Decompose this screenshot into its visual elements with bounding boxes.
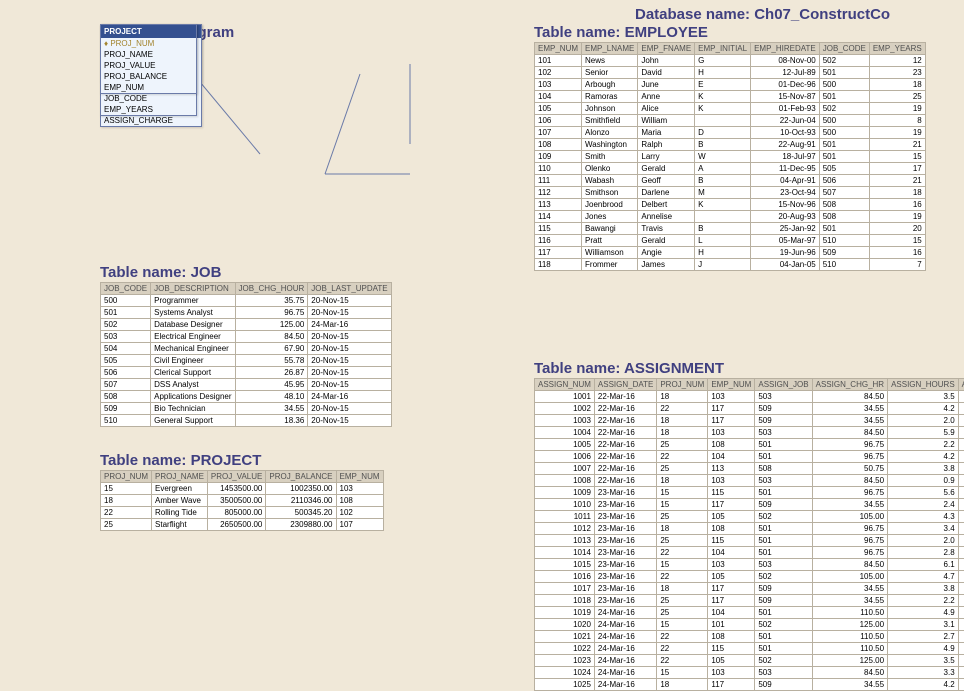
column-header: PROJ_BALANCE	[266, 471, 336, 483]
employee-title: Table name: EMPLOYEE	[534, 24, 708, 41]
table-row: 101423-Mar-162210450196.752.8270.90	[535, 547, 964, 559]
table-row: 101023-Mar-161511750934.552.482.92	[535, 499, 964, 511]
table-row: 101523-Mar-161510350384.506.1515.45	[535, 559, 964, 571]
table-row: 502Database Designer125.0024-Mar-16	[101, 319, 392, 331]
table-row: 102424-Mar-161510350384.503.3278.85	[535, 667, 964, 679]
column-header: JOB_DESCRIPTION	[151, 283, 235, 295]
table-row: 100622-Mar-162210450196.754.2406.35	[535, 451, 964, 463]
table-row: 100122-Mar-161810350384.503.5295.75	[535, 391, 964, 403]
column-header: ASSIGN_DATE	[594, 379, 656, 391]
table-row: 118FrommerJamesJ04-Jan-055107	[535, 259, 926, 271]
table-row: 102324-Mar-1622105502125.003.5437.50	[535, 655, 964, 667]
table-row: 108WashingtonRalphB22-Aug-9150121	[535, 139, 926, 151]
table-row: 111WabashGeoffB04-Apr-9150621	[535, 175, 926, 187]
table-row: 101623-Mar-1622105502105.004.7493.50	[535, 571, 964, 583]
table-employee: EMP_NUMEMP_LNAMEEMP_FNAMEEMP_INITIALEMP_…	[534, 42, 926, 271]
table-row: 501Systems Analyst96.7520-Nov-15	[101, 307, 392, 319]
table-row: 510General Support18.3620-Nov-15	[101, 415, 392, 427]
table-row: 102224-Mar-1622115501110.504.9541.45	[535, 643, 964, 655]
column-header: EMP_YEARS	[869, 43, 925, 55]
column-header: EMP_NUM	[708, 379, 755, 391]
relational-diagram: JOB ♦ JOB_CODE JOB_DESCRIPTION JOB_CHG_H…	[100, 24, 520, 254]
table-row: 114JonesAnnelise20-Aug-9350819	[535, 211, 926, 223]
table-row: 102524-Mar-161811750934.554.2145.11	[535, 679, 964, 691]
table-row: 109SmithLarryW18-Jul-9750115	[535, 151, 926, 163]
table-row: 103ArboughJuneE01-Dec-9650018	[535, 79, 926, 91]
table-row: 503Electrical Engineer84.5020-Nov-15	[101, 331, 392, 343]
table-row: 508Applications Designer48.1024-Mar-16	[101, 391, 392, 403]
table-row: 100822-Mar-161810350384.500.976.05	[535, 475, 964, 487]
assignment-title: Table name: ASSIGNMENT	[534, 360, 724, 377]
table-row: 105JohnsonAliceK01-Feb-9350219	[535, 103, 926, 115]
database-name: Database name: Ch07_ConstructCo	[635, 6, 890, 23]
column-header: JOB_CODE	[819, 43, 869, 55]
column-header: ASSIGN_JOB	[755, 379, 812, 391]
column-header: PROJ_VALUE	[207, 471, 265, 483]
table-row: 115BawangiTravisB25-Jan-9250120	[535, 223, 926, 235]
column-header: PROJ_NUM	[657, 379, 708, 391]
table-row: 15Evergreen1453500.001002350.00103	[101, 483, 384, 495]
table-row: 101823-Mar-162511750934.552.276.01	[535, 595, 964, 607]
table-row: 505Civil Engineer55.7820-Nov-15	[101, 355, 392, 367]
column-header: EMP_NUM	[535, 43, 582, 55]
column-header: EMP_NUM	[336, 471, 383, 483]
table-row: 101NewsJohnG08-Nov-0050212	[535, 55, 926, 67]
column-header: PROJ_NAME	[152, 471, 208, 483]
table-row: 102SeniorDavidH12-Jul-8950123	[535, 67, 926, 79]
table-row: 107AlonzoMariaD10-Oct-9350019	[535, 127, 926, 139]
column-header: EMP_FNAME	[638, 43, 695, 55]
table-row: 25Starflight2650500.002309880.00107	[101, 519, 384, 531]
table-project: PROJ_NUMPROJ_NAMEPROJ_VALUEPROJ_BALANCEE…	[100, 470, 384, 531]
table-row: 100322-Mar-161811750934.552.069.10	[535, 415, 964, 427]
table-row: 22Rolling Tide805000.00500345.20102	[101, 507, 384, 519]
table-row: 113JoenbroodDelbertK15-Nov-9650816	[535, 199, 926, 211]
entity-project: PROJECT ♦ PROJ_NUM PROJ_NAME PROJ_VALUE …	[100, 24, 197, 94]
table-row: 507DSS Analyst45.9520-Nov-15	[101, 379, 392, 391]
column-header: PROJ_NUM	[101, 471, 152, 483]
table-row: 102024-Mar-1615101502125.003.1387.50	[535, 619, 964, 631]
table-row: 117WilliamsonAngieH19-Jun-9650916	[535, 247, 926, 259]
table-row: 101723-Mar-161811750934.553.8131.29	[535, 583, 964, 595]
table-row: 112SmithsonDarleneM23-Oct-9450718	[535, 187, 926, 199]
table-row: 506Clerical Support26.8720-Nov-15	[101, 367, 392, 379]
column-header: EMP_HIREDATE	[751, 43, 820, 55]
table-row: 100923-Mar-161511550196.755.6541.80	[535, 487, 964, 499]
table-row: 101323-Mar-162511550196.752.0193.50	[535, 535, 964, 547]
table-job: JOB_CODEJOB_DESCRIPTIONJOB_CHG_HOURJOB_L…	[100, 282, 392, 427]
column-header: ASSIGN_HOURS	[888, 379, 959, 391]
table-row: 18Amber Wave3500500.002110346.00108	[101, 495, 384, 507]
table-row: 100722-Mar-162511350850.753.8192.85	[535, 463, 964, 475]
table-row: 101223-Mar-161810850196.753.4328.95	[535, 523, 964, 535]
table-row: 500Programmer35.7520-Nov-15	[101, 295, 392, 307]
table-row: 100422-Mar-161810350384.505.9498.55	[535, 427, 964, 439]
table-row: 100522-Mar-162510850196.752.2212.85	[535, 439, 964, 451]
table-row: 104RamorasAnneK15-Nov-8750125	[535, 91, 926, 103]
table-row: 106SmithfieldWilliam22-Jun-045008	[535, 115, 926, 127]
table-assignment: ASSIGN_NUMASSIGN_DATEPROJ_NUMEMP_NUMASSI…	[534, 378, 964, 691]
table-row: 116PrattGeraldL05-Mar-9751015	[535, 235, 926, 247]
column-header: EMP_INITIAL	[695, 43, 751, 55]
table-row: 102124-Mar-1622108501110.502.7298.35	[535, 631, 964, 643]
job-title: Table name: JOB	[100, 264, 221, 281]
table-row: 504Mechanical Engineer67.9020-Nov-15	[101, 343, 392, 355]
project-title: Table name: PROJECT	[100, 452, 261, 469]
table-row: 100222-Mar-162211750934.554.2145.11	[535, 403, 964, 415]
table-row: 110OlenkoGeraldA11-Dec-9550517	[535, 163, 926, 175]
column-header: JOB_LAST_UPDATE	[308, 283, 391, 295]
table-row: 101123-Mar-1625105502105.004.3451.50	[535, 511, 964, 523]
table-row: 509Bio Technician34.5520-Nov-15	[101, 403, 392, 415]
column-header: ASSIGN_NUM	[535, 379, 595, 391]
table-row: 101924-Mar-1625104501110.504.9541.45	[535, 607, 964, 619]
column-header: ASSIGN_CHARGE	[958, 379, 964, 391]
column-header: JOB_CHG_HOUR	[235, 283, 308, 295]
column-header: ASSIGN_CHG_HR	[812, 379, 887, 391]
column-header: EMP_LNAME	[582, 43, 638, 55]
column-header: JOB_CODE	[101, 283, 151, 295]
